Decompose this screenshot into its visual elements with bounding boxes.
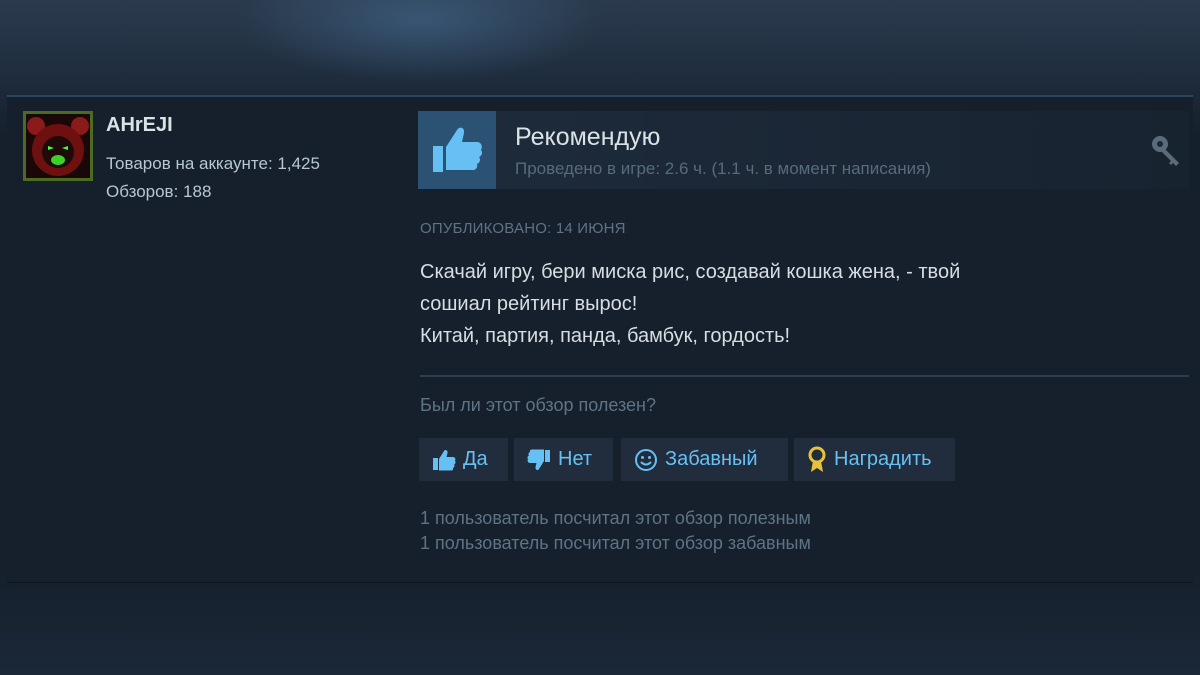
thumbs-up-icon bbox=[418, 111, 496, 189]
vote-no-label: Нет bbox=[558, 448, 593, 470]
award-button[interactable]: Наградить bbox=[794, 438, 955, 481]
funny-count: 1 пользователь посчитал этот обзор забав… bbox=[420, 533, 811, 553]
vote-yes-label: Да bbox=[463, 448, 488, 470]
vote-funny-button[interactable]: Забавный bbox=[621, 438, 788, 481]
vote-no-button[interactable]: Нет bbox=[514, 438, 613, 481]
thumbs-down-icon bbox=[527, 449, 550, 470]
reviewer-name[interactable]: AHrEJI bbox=[106, 114, 173, 137]
reviewer-products-count[interactable]: Товаров на аккаунте: 1,425 bbox=[106, 154, 320, 174]
page-header-background bbox=[0, 0, 1200, 90]
key-icon bbox=[1149, 133, 1183, 172]
award-label: Наградить bbox=[834, 448, 932, 470]
posted-date: Опубликовано: 14 июня bbox=[420, 220, 626, 237]
vote-header[interactable]: Рекомендую Проведено в игре: 2.6 ч. (1.1… bbox=[418, 111, 1189, 189]
avatar[interactable] bbox=[23, 111, 93, 181]
review-body: Скачай игру, бери миска рис, создавай ко… bbox=[420, 256, 1160, 352]
divider bbox=[420, 375, 1189, 377]
review-line: сошиал рейтинг вырос! bbox=[420, 293, 638, 315]
review-line: Китай, партия, панда, бамбук, гордость! bbox=[420, 325, 791, 347]
review-card: AHrEJI Товаров на аккаунте: 1,425 Обзоро… bbox=[7, 95, 1193, 583]
review-line: Скачай игру, бери миска рис, создавай ко… bbox=[420, 261, 961, 283]
hours-played: Проведено в игре: 2.6 ч. (1.1 ч. в момен… bbox=[515, 159, 931, 178]
smiley-icon bbox=[635, 448, 657, 471]
thumbs-up-icon bbox=[433, 449, 456, 470]
vote-yes-button[interactable]: Да bbox=[419, 438, 508, 481]
helpful-count: 1 пользователь посчитал этот обзор полез… bbox=[420, 508, 811, 528]
award-icon bbox=[808, 446, 826, 472]
avatar-image bbox=[26, 114, 90, 178]
helpful-question: Был ли этот обзор полезен? bbox=[420, 395, 656, 415]
vote-funny-label: Забавный bbox=[665, 448, 758, 470]
reviewer-reviews-count[interactable]: Обзоров: 188 bbox=[106, 182, 211, 202]
review-verdict: Рекомендую bbox=[515, 123, 661, 151]
